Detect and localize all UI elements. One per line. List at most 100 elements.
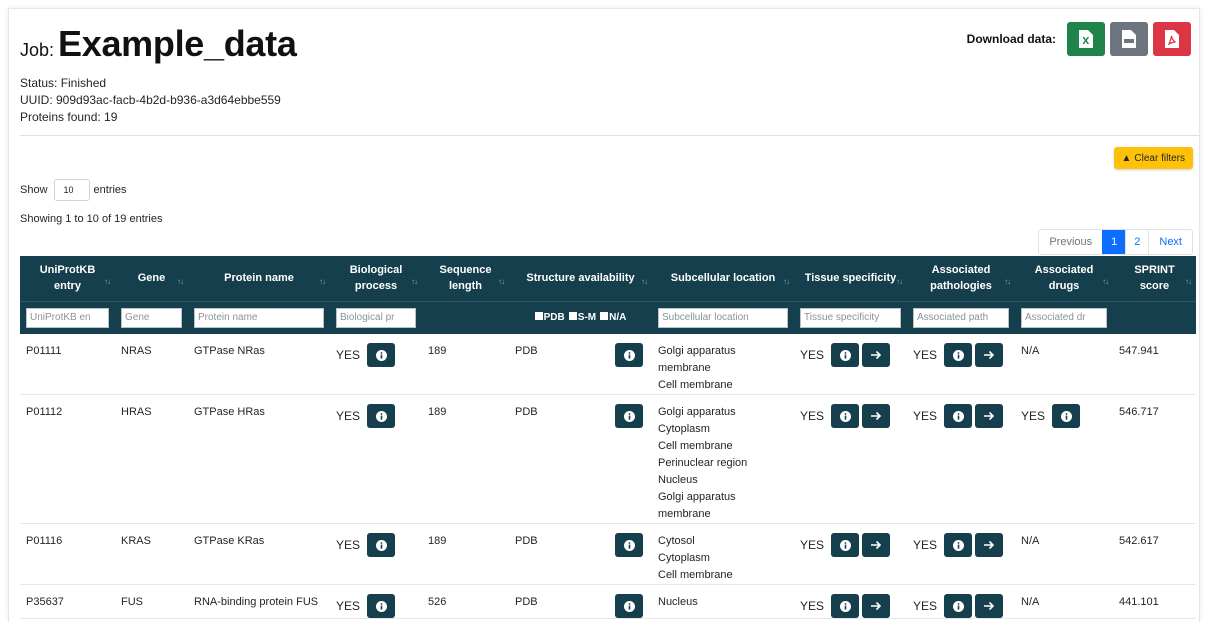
tissue-specificity-open-button[interactable]	[862, 594, 891, 618]
bio-process-cell: YES	[330, 523, 422, 585]
structure-cell: PDB	[509, 584, 652, 619]
filter-sm-checkbox[interactable]: S-M	[568, 312, 597, 324]
arrow-right-icon	[983, 350, 994, 360]
entries-length-select[interactable]: 10	[53, 179, 90, 201]
structure-info-button[interactable]	[615, 343, 643, 367]
job-header: Job: Example_data	[20, 23, 297, 65]
structure-availability: PDB	[515, 533, 646, 557]
col-drugs[interactable]: Associated drugs ↑↓	[1015, 256, 1113, 301]
filter-bio-input[interactable]: Biological pr	[336, 307, 416, 328]
results-page: Job: Example_data Status: Finished UUID: …	[8, 8, 1200, 622]
info-icon	[375, 410, 387, 422]
subcellular-location-item: Nucleus	[658, 474, 698, 486]
col-uniprot[interactable]: UniProtKB entry ↑↓	[20, 256, 115, 301]
sort-icon: ↑↓	[177, 277, 184, 286]
col-subcell[interactable]: Subcellular location ↑↓	[652, 256, 794, 301]
sort-icon: ↑↓	[498, 277, 505, 286]
download-csv-button[interactable]	[1110, 22, 1148, 56]
associated-pathologies-info-button[interactable]	[944, 343, 973, 367]
filter-subcell-input[interactable]: Subcellular location	[658, 307, 788, 328]
tissue-specificity-value: YES	[800, 408, 825, 423]
associated-pathologies-value: YES	[913, 408, 938, 423]
tissue-specificity-info-button[interactable]	[831, 594, 860, 618]
uniprot-entry: P01111	[20, 334, 115, 395]
pagination: Previous 1 2 Next	[1038, 229, 1193, 255]
bio-process: YES	[336, 533, 398, 557]
info-icon	[839, 539, 851, 551]
bio-process-info-button[interactable]	[367, 533, 396, 557]
sprint-score: 542.617	[1113, 523, 1196, 585]
tissue-specificity-info-button[interactable]	[831, 343, 860, 367]
bio-process: YES	[336, 404, 398, 428]
entries-label: entries	[93, 184, 127, 196]
filter-protein-input[interactable]: Protein name	[194, 307, 324, 328]
protein-name: RNA-binding protein FUS	[188, 584, 330, 619]
filter-gene-input[interactable]: Gene	[121, 307, 182, 328]
info-icon	[375, 600, 387, 612]
download-bar: Download data:	[967, 22, 1191, 56]
pagination-page-2[interactable]: 2	[1125, 230, 1148, 254]
structure-cell: PDB	[509, 394, 652, 524]
structure-info-button[interactable]	[615, 533, 643, 557]
associated-pathologies-open-button[interactable]	[975, 343, 1004, 367]
subcellular-location: Golgi apparatus Cytoplasm Cell membrane Per…	[652, 394, 794, 524]
associated-pathologies-info-button[interactable]	[944, 404, 973, 428]
filter-tissue-input[interactable]: Tissue specificity	[800, 307, 901, 328]
pagination-next[interactable]: Next	[1148, 230, 1192, 254]
arrow-right-icon	[983, 601, 994, 611]
sequence-length: 189	[422, 394, 509, 524]
download-excel-button[interactable]	[1067, 22, 1105, 56]
col-protein[interactable]: Protein name ↑↓	[188, 256, 330, 301]
col-tissue[interactable]: Tissue specificity ↑↓	[794, 256, 907, 301]
subcellular-location-item: Golgi apparatus	[658, 406, 736, 418]
associated-pathologies-cell: YES	[907, 523, 1015, 585]
associated-pathologies: YES	[913, 533, 1006, 557]
filter-pdb-checkbox[interactable]: PDB	[534, 312, 565, 323]
associated-pathologies-open-button[interactable]	[975, 594, 1004, 618]
col-score[interactable]: SPRINT score ↑↓	[1113, 256, 1196, 301]
associated-pathologies-open-button[interactable]	[975, 404, 1004, 428]
tissue-specificity-info-button[interactable]	[831, 404, 860, 428]
clear-filters-button[interactable]: ▲ Clear filters	[1113, 147, 1193, 169]
tissue-specificity-open-button[interactable]	[862, 343, 891, 367]
arrow-right-icon	[870, 350, 881, 360]
arrow-right-icon	[983, 411, 994, 421]
filter-drugs-input[interactable]: Associated dr	[1021, 307, 1107, 328]
bio-process-info-button[interactable]	[367, 594, 396, 618]
csv-file-icon	[1122, 30, 1136, 48]
subcellular-location-item: Cytosol	[658, 535, 695, 547]
pagination-previous[interactable]: Previous	[1039, 230, 1102, 254]
arrow-right-icon	[870, 540, 881, 550]
col-structure[interactable]: Structure availability ↑↓	[509, 256, 652, 301]
download-pdf-button[interactable]	[1153, 22, 1191, 56]
pagination-page-1[interactable]: 1	[1102, 230, 1126, 254]
associated-pathologies-open-button[interactable]	[975, 533, 1004, 557]
gene-name: HRAS	[115, 394, 188, 524]
tissue-specificity-cell: YES	[794, 334, 907, 395]
filter-patho-input[interactable]: Associated path	[913, 307, 1009, 328]
filter-na-checkbox[interactable]: N/A	[600, 312, 626, 323]
tissue-specificity-open-button[interactable]	[862, 533, 891, 557]
col-score-label: SPRINT score	[1134, 264, 1175, 293]
col-protein-label: Protein name	[224, 272, 294, 285]
tissue-specificity-cell: YES	[794, 584, 907, 619]
structure-info-button[interactable]	[615, 594, 643, 618]
col-length[interactable]: Sequence length ↑↓	[422, 256, 509, 301]
table-body: P01111 NRAS GTPase NRas YES 189 PDB Golgi appa…	[20, 334, 1196, 619]
col-bio[interactable]: Biological process ↑↓	[330, 256, 422, 301]
col-patho[interactable]: Associated pathologies ↑↓	[907, 256, 1015, 301]
associated-pathologies-info-button[interactable]	[944, 533, 973, 557]
tissue-specificity-info-button[interactable]	[831, 533, 860, 557]
bio-process-info-button[interactable]	[367, 404, 396, 428]
bio-process-info-button[interactable]	[367, 343, 396, 367]
tissue-specificity: YES	[800, 533, 893, 557]
tissue-specificity-open-button[interactable]	[862, 404, 891, 428]
filter-uniprot-input[interactable]: UniProtKB en	[26, 307, 109, 328]
bio-process-cell: YES	[330, 394, 422, 524]
filter-sm-label: S-M	[577, 312, 597, 324]
structure-info-button[interactable]	[615, 404, 643, 428]
associated-pathologies-info-button[interactable]	[944, 594, 973, 618]
job-uuid: UUID: 909d93ac-facb-4b2d-b936-a3d64ebbe5…	[20, 93, 281, 107]
col-gene[interactable]: Gene ↑↓	[115, 256, 188, 301]
associated-drugs-info-button[interactable]	[1052, 404, 1081, 428]
